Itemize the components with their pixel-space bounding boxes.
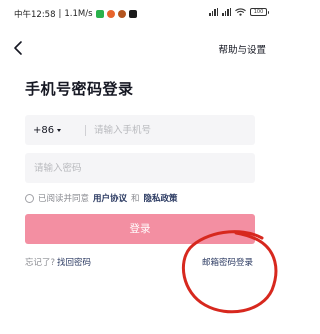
forgot-prefix: 忘记了? — [25, 258, 56, 268]
privacy-policy-link[interactable]: 隐私政策 — [144, 192, 178, 204]
agreement-and: 和 — [131, 194, 140, 204]
retrieve-password-link[interactable]: 找回密码 — [57, 256, 91, 268]
status-time: 中午12:58 — [14, 10, 56, 20]
wifi-icon — [235, 8, 246, 16]
caret-down-icon — [57, 128, 62, 132]
status-right: 100 — [209, 8, 269, 16]
phone-input-row: +86 — [25, 115, 255, 145]
phone-number-input[interactable] — [94, 115, 255, 145]
app-notification-icon — [117, 10, 126, 18]
status-separator: | — [58, 9, 62, 19]
login-button[interactable]: 登录 — [25, 214, 255, 244]
back-button[interactable] — [10, 39, 28, 57]
status-bar: 中午12:58 | 1.1M/s 100 — [0, 0, 279, 30]
page-title: 手机号密码登录 — [25, 80, 134, 98]
signal-icon — [222, 8, 231, 16]
tiktok-icon — [128, 10, 137, 18]
battery-icon: 100 — [250, 8, 269, 16]
help-settings-link[interactable]: 帮助与设置 — [218, 42, 266, 56]
country-code-selector[interactable]: +86 — [25, 125, 85, 136]
chevron-left-icon — [14, 41, 22, 55]
agreement-prefix: 已阅读并同意 — [38, 194, 90, 204]
forgot-password-row: 忘记了? 找回密码 — [25, 256, 91, 268]
agreement-row: 已阅读并同意 用户协议 和 隐私政策 — [25, 192, 178, 204]
password-input-row — [25, 153, 255, 183]
app-notification-icon — [106, 10, 115, 18]
email-password-login-link[interactable]: 邮箱密码登录 — [202, 256, 253, 268]
wechat-icon — [95, 10, 104, 18]
divider — [85, 124, 86, 136]
status-left: 中午12:58 | 1.1M/s — [14, 8, 137, 20]
agreement-checkbox[interactable] — [25, 193, 34, 203]
password-input[interactable] — [34, 153, 255, 183]
user-agreement-link[interactable]: 用户协议 — [93, 192, 127, 204]
signal-icon — [209, 8, 218, 16]
country-code-value: +86 — [33, 124, 55, 136]
network-speed: 1.1M/s — [64, 9, 93, 19]
